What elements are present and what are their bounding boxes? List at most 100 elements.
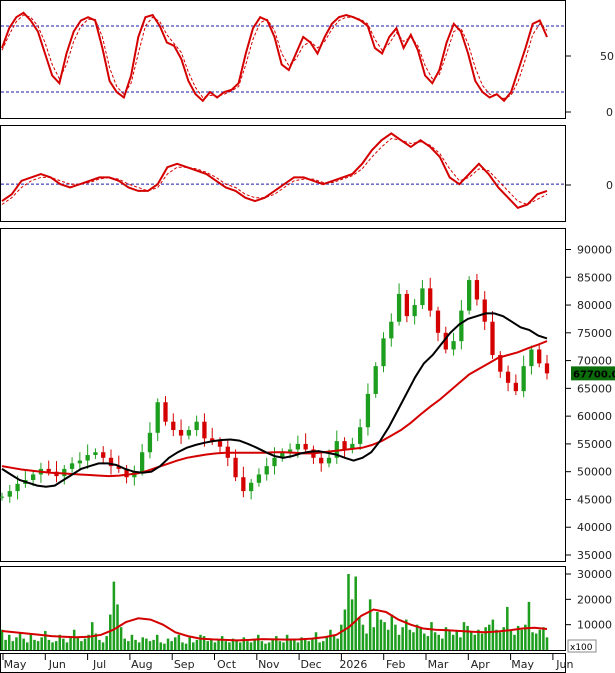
volume-bar [275, 636, 278, 650]
volume-bar [430, 622, 433, 650]
volume-bar [26, 642, 29, 650]
volume-bar [246, 641, 249, 650]
candle-body [513, 382, 518, 392]
volume-bar [394, 624, 397, 650]
volume-bar [51, 642, 54, 650]
volume-bar [40, 637, 43, 650]
volume-bar [480, 633, 484, 650]
volume-tick-label: 10000 [577, 619, 612, 632]
volume-bar [386, 629, 390, 650]
chart-background [0, 0, 615, 673]
candle-body [46, 468, 51, 472]
month-label: Dec [300, 658, 321, 671]
volume-bar [54, 641, 58, 650]
candle-body [412, 305, 417, 317]
volume-bar [170, 641, 173, 650]
volume-bar [527, 601, 531, 650]
candle-body [163, 402, 168, 422]
volume-bar [441, 638, 444, 650]
candle-body [467, 280, 472, 311]
volume-bar [303, 639, 307, 650]
candle-body [272, 457, 277, 467]
price-tick-label: 55000 [577, 438, 612, 451]
volume-bar [166, 638, 170, 650]
candle-body [505, 371, 511, 383]
volume-bar [15, 637, 18, 650]
volume-bar [76, 637, 80, 650]
volume-bar [65, 642, 69, 650]
volume-bar [296, 642, 300, 650]
month-label: May [511, 658, 534, 671]
volume-bar [415, 624, 419, 650]
candle-body [85, 455, 90, 461]
volume-bar [491, 619, 495, 650]
volume-bar [80, 641, 83, 650]
volume-bar [127, 641, 130, 650]
price-tick-label: 80000 [577, 299, 612, 312]
candle-body [140, 452, 145, 472]
volume-bar [130, 634, 134, 650]
volume-bar [137, 642, 141, 650]
volume-bar [311, 638, 314, 650]
volume-bar [253, 639, 256, 650]
price-tick-label: 35000 [577, 549, 612, 562]
candle-body [482, 299, 487, 322]
volume-bar [22, 638, 25, 650]
volume-bar [423, 633, 426, 650]
month-label: Sep [174, 658, 195, 671]
candle-body [389, 321, 394, 339]
volume-bar [365, 633, 368, 650]
candle-body [474, 280, 480, 300]
volume-bar [177, 634, 181, 650]
volume-bar [119, 627, 123, 650]
volume-bar [11, 641, 15, 650]
stochastic-tick-label-50: 50 [600, 50, 614, 63]
volume-bar [47, 639, 51, 650]
price-tick-label: 90000 [577, 244, 612, 257]
candle-body [537, 349, 542, 364]
volume-bar [397, 634, 401, 650]
volume-bar [285, 634, 289, 650]
volume-bar [379, 619, 383, 650]
volume-bar [448, 629, 451, 650]
candle-body [326, 457, 332, 464]
volume-tick-label: 20000 [577, 593, 612, 606]
volume-bar [293, 639, 296, 650]
candle-body [93, 452, 98, 456]
volume-bar [36, 641, 40, 650]
candle-body [194, 421, 199, 431]
month-label: Jul [92, 658, 106, 671]
candle-body [529, 349, 534, 367]
volume-bar [408, 629, 412, 650]
candle-body [358, 427, 363, 444]
volume-bar [376, 612, 379, 650]
volume-bar [33, 639, 36, 650]
price-tick-label: 60000 [577, 410, 612, 423]
candle-body [7, 491, 12, 497]
volume-bar [148, 641, 152, 650]
volume-bar [206, 641, 209, 650]
volume-bar [155, 634, 159, 650]
candle-body [241, 477, 246, 492]
volume-bar [112, 581, 116, 650]
volume-bar [484, 627, 487, 650]
candle-body [147, 432, 153, 453]
month-label: Mar [428, 658, 449, 671]
price-tick-label: 70000 [577, 355, 612, 368]
volume-bar [340, 624, 343, 650]
candle-body [217, 441, 223, 447]
volume-bar [134, 639, 137, 650]
volume-bar [105, 636, 108, 650]
candle-body [303, 443, 308, 450]
month-label: Aug [131, 658, 152, 671]
candle-body [77, 460, 82, 464]
price-tick-label: 75000 [577, 327, 612, 340]
volume-bar [336, 638, 339, 650]
volume-bar [29, 633, 33, 650]
volume-bar [455, 631, 459, 650]
volume-bar [462, 622, 466, 650]
month-label: 2026 [339, 658, 367, 671]
candle-body [428, 288, 433, 311]
volume-bar [307, 641, 311, 650]
volume-bar [473, 634, 477, 650]
